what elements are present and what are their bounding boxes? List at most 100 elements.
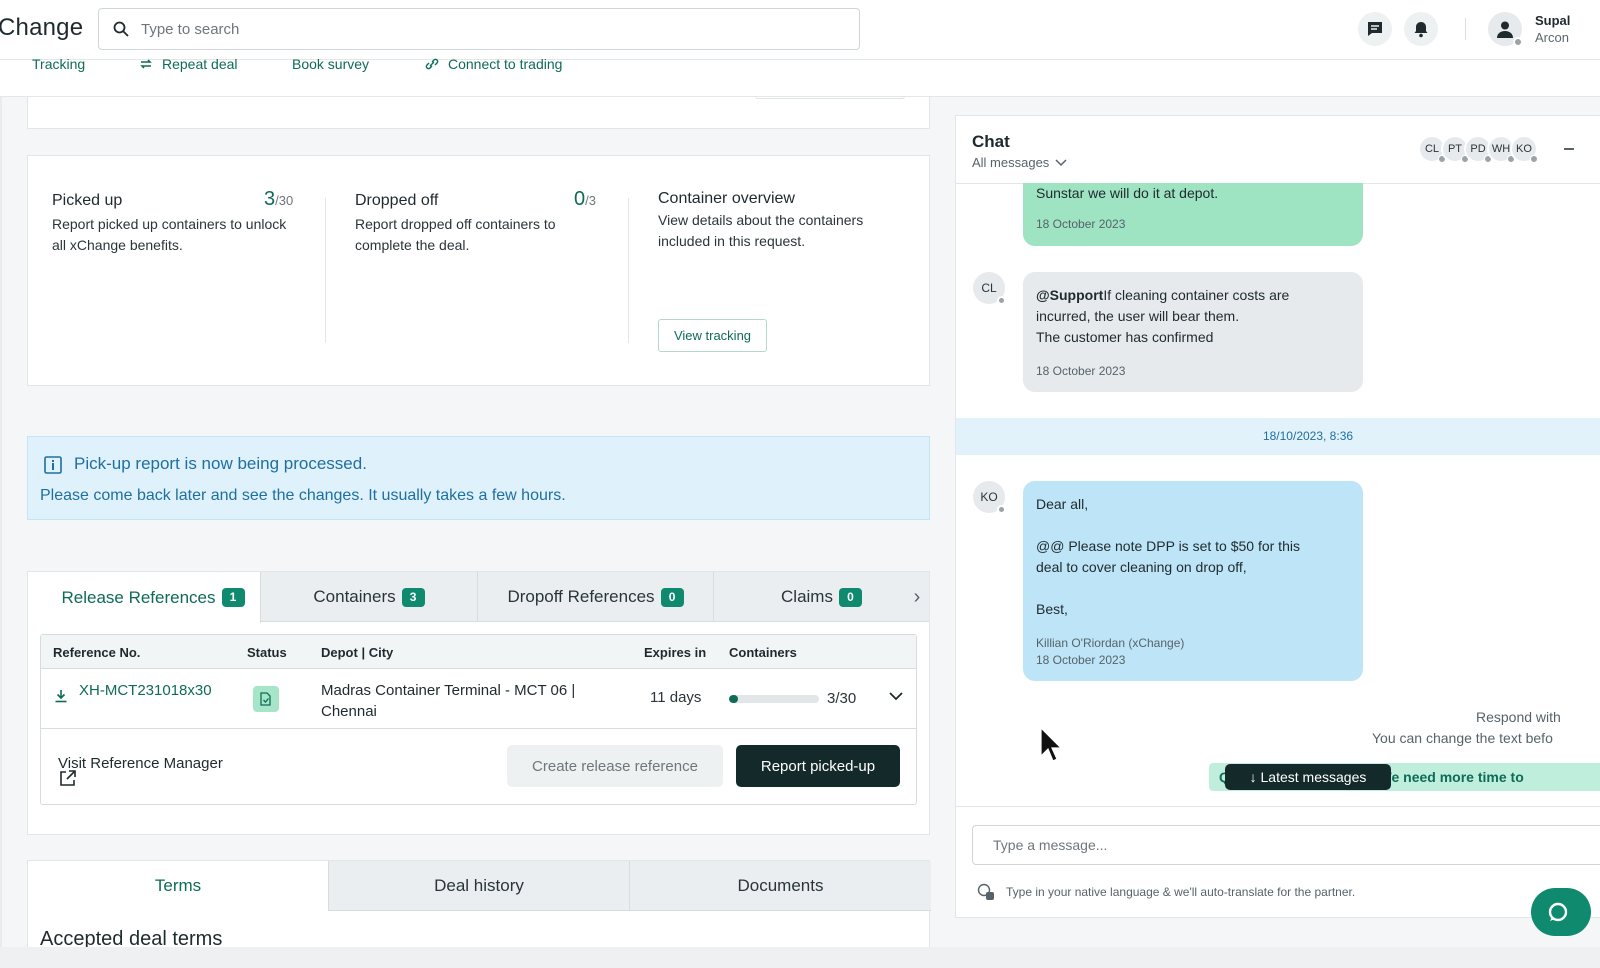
timestamp-text: 18/10/2023, 8:36 <box>1262 429 1354 443</box>
participant-avatar[interactable]: KO <box>1510 135 1538 163</box>
dropped-off-value: 0 <box>574 188 586 210</box>
participant-initials: PT <box>1447 143 1463 155</box>
message-line: The customer has confirmed <box>1036 329 1214 345</box>
tab-claims[interactable]: Claims 0 <box>714 572 929 622</box>
banner-text: Please come back later and see the chang… <box>40 487 566 504</box>
participant-initials: CL <box>1424 143 1440 155</box>
picked-up-stat: Picked up 3/30 Report picked up containe… <box>52 188 297 256</box>
repeat-deal-action[interactable]: Repeat deal <box>138 56 238 72</box>
link-icon <box>425 58 439 70</box>
chat-title: Chat <box>972 132 1010 151</box>
connect-trading-action[interactable]: Connect to trading <box>424 56 562 72</box>
book-survey-action[interactable]: Book survey <box>292 56 369 72</box>
search-icon <box>113 21 129 37</box>
mention-tag[interactable]: @Support <box>1036 287 1103 303</box>
sender-avatar: CL <box>973 272 1006 305</box>
message-input[interactable] <box>972 825 1600 865</box>
translate-icon <box>977 883 994 900</box>
tracking-action[interactable]: Tracking <box>32 56 85 72</box>
more-participants-icon[interactable] <box>1564 148 1574 150</box>
chevron-down-icon[interactable] <box>887 687 905 705</box>
reference-number-link[interactable]: XH-MCT231018x30 <box>79 680 219 701</box>
depot-city: Madras Container Terminal - MCT 06 | Che… <box>321 682 576 720</box>
progress-fill <box>729 695 738 703</box>
col-expires: Expires in <box>644 645 707 660</box>
expires-in: 11 days <box>650 689 702 706</box>
participant-initials: PD <box>1470 143 1486 155</box>
latest-messages-button[interactable]: ↓ Latest messages <box>1225 764 1391 790</box>
tab-containers[interactable]: Containers 3 <box>261 572 478 622</box>
bell-icon <box>1414 22 1428 38</box>
messages-button[interactable] <box>1358 12 1392 46</box>
message-line: @@ Please note DPP is set to $50 for thi… <box>1036 538 1300 554</box>
table-row[interactable]: XH-MCT231018x30 Madras Container Termina… <box>41 669 916 729</box>
sender-avatar: KO <box>973 481 1006 514</box>
sender-initials: KO <box>980 490 998 504</box>
download-icon[interactable] <box>54 689 68 703</box>
latest-messages-label: Latest messages <box>1260 769 1367 785</box>
picked-up-total: /30 <box>275 193 294 208</box>
processing-banner: Pick-up report is now being processed. P… <box>27 436 930 520</box>
tracking-label: Tracking <box>32 56 86 72</box>
tab-deal-history[interactable]: Deal history <box>329 861 630 911</box>
message-line: deal to cover cleaning on drop off, <box>1036 559 1247 575</box>
tab-dropoff-references[interactable]: Dropoff References 0 <box>478 572 714 622</box>
tab-label: Claims <box>781 587 833 606</box>
chat-bubble-icon <box>1548 902 1568 922</box>
presence-dot <box>997 505 1006 514</box>
view-tracking-button[interactable]: View tracking <box>658 319 767 352</box>
visit-reference-manager[interactable]: Visit Reference Manager <box>58 755 223 772</box>
tabs-next-arrow[interactable]: › <box>905 572 929 622</box>
bottom-edge <box>0 947 1600 968</box>
report-picked-up-button[interactable]: Report picked-up <box>736 745 900 787</box>
user-organization: Arcon <box>1535 30 1569 45</box>
global-search[interactable] <box>98 8 860 50</box>
chat-header: Chat All messages CL PT PD WH KO <box>956 116 1600 184</box>
message-text: Sunstar we will do it at depot. <box>1036 185 1219 201</box>
user-name[interactable]: Supal <box>1535 13 1570 28</box>
notifications-button[interactable] <box>1404 12 1438 46</box>
picked-up-count: 3/30 <box>264 188 293 211</box>
tab-release-references[interactable]: Release References 1 <box>28 572 261 623</box>
message-filter-dropdown[interactable]: All messages <box>972 155 1067 170</box>
app-logo[interactable]: Change <box>0 14 83 42</box>
user-icon <box>1497 21 1513 38</box>
tab-count-badge: 0 <box>660 587 684 607</box>
message-line: Dear all, <box>1036 496 1089 512</box>
dropped-off-stat: Dropped off 0/3 Report dropped off conta… <box>355 188 600 256</box>
tab-documents[interactable]: Documents <box>630 861 931 911</box>
col-depot: Depot | City <box>321 645 394 660</box>
picked-up-title: Picked up <box>52 192 123 209</box>
search-input[interactable] <box>141 18 841 40</box>
dropped-off-desc: Report dropped off containers to complet… <box>355 216 556 253</box>
message-line: incurred, the user will bear them. <box>1036 308 1240 324</box>
presence-dot <box>1530 155 1538 163</box>
auto-translate-note: Type in your native language & we'll aut… <box>1006 885 1356 899</box>
chevron-down-icon <box>1055 158 1067 166</box>
message-line: Best, <box>1036 601 1068 617</box>
chat-bubble-icon <box>1368 22 1382 36</box>
user-avatar[interactable] <box>1488 12 1523 47</box>
external-link-icon[interactable] <box>59 769 77 787</box>
message-author: Killian O'Riordan (xChange) <box>1036 636 1185 650</box>
connect-trading-label: Connect to trading <box>448 56 563 72</box>
document-check-icon <box>260 692 271 706</box>
chat-message: Dear all, @@ Please note DPP is set to $… <box>1023 481 1363 681</box>
support-chat-button[interactable] <box>1531 888 1591 936</box>
tab-terms[interactable]: Terms <box>28 861 329 911</box>
top-header: Change Supal Arcon <box>0 0 1600 60</box>
container-stats-card: Picked up 3/30 Report picked up containe… <box>27 155 930 386</box>
card-stub <box>755 96 905 99</box>
filter-label: All messages <box>972 155 1050 170</box>
tab-label: Dropoff References <box>507 587 655 606</box>
picked-up-desc: Report picked up containers to unlock al… <box>52 216 287 253</box>
create-release-reference-button[interactable]: Create release reference <box>507 745 723 787</box>
stats-divider <box>325 198 326 343</box>
release-references-table: Reference No. Status Depot | City Expire… <box>40 634 917 805</box>
sender-initials: CL <box>981 281 997 295</box>
message-text: @SupportIf cleaning container costs are … <box>1036 285 1356 348</box>
mouse-cursor-icon <box>1040 727 1062 762</box>
dropped-off-count: 0/3 <box>574 188 596 211</box>
col-containers: Containers <box>729 645 797 660</box>
stats-divider <box>628 198 629 343</box>
